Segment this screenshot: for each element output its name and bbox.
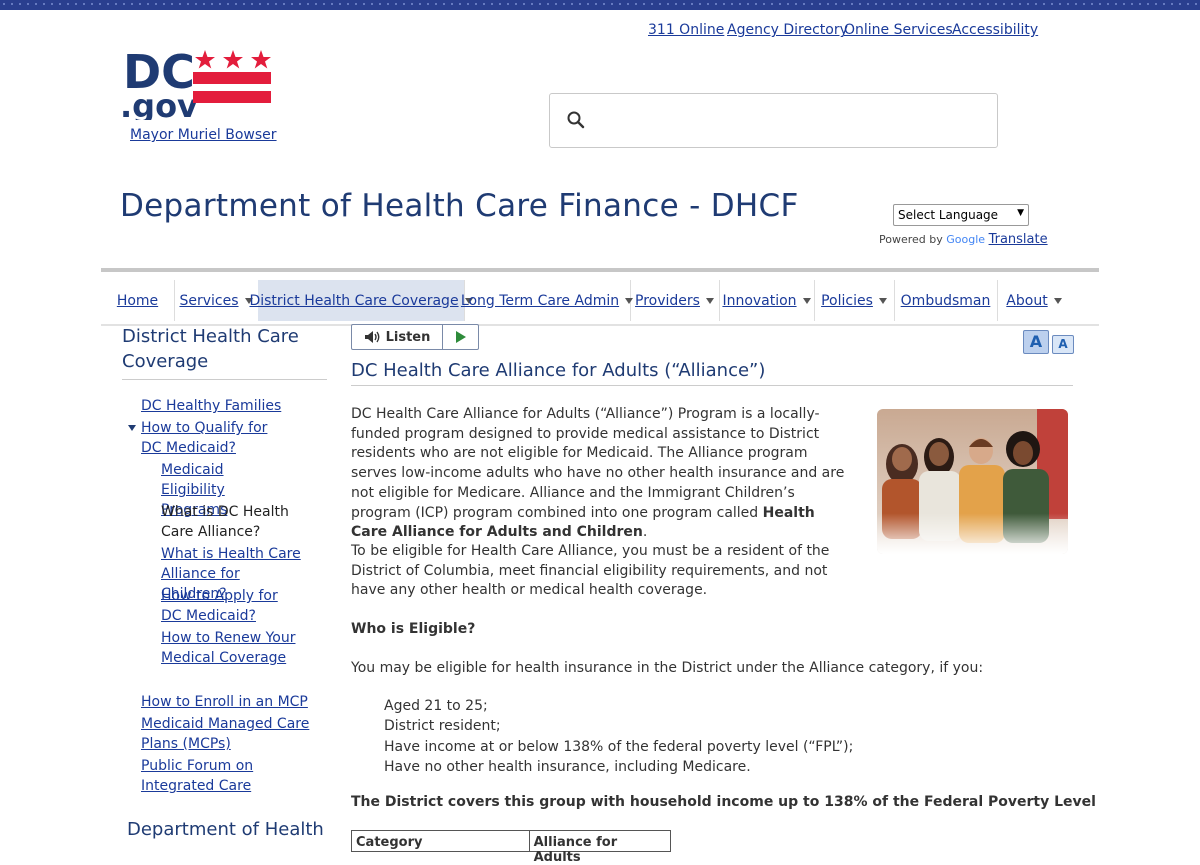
who-is-eligible-heading: Who is Eligible?	[351, 621, 476, 637]
decrease-font-button[interactable]: A	[1052, 335, 1074, 354]
chevron-down-icon[interactable]	[802, 297, 811, 304]
eligibility-table: Category Alliance for Adults	[351, 830, 671, 865]
coverage-statement: The District covers this group with hous…	[351, 794, 1096, 810]
sidebar-heading: District Health Care Coverage	[122, 324, 327, 380]
speaker-icon	[364, 331, 380, 343]
nav-item-label[interactable]: About	[1006, 293, 1047, 309]
powered-by-label: Powered by	[879, 233, 943, 246]
intro-end: .	[642, 524, 648, 541]
nav-item-long-term-care-admin[interactable]: Long Term Care Admin	[461, 280, 634, 321]
nav-item-services[interactable]: Services	[174, 280, 259, 321]
nav-item-home[interactable]: Home	[101, 280, 175, 321]
sidebar-item-how-to-apply[interactable]: How to Apply for DC Medicaid?	[161, 586, 296, 626]
translate-link[interactable]: Translate	[989, 232, 1048, 247]
table-header-category: Category	[352, 831, 530, 851]
expand-caret-icon[interactable]	[128, 425, 136, 431]
eligibility-paragraph: To be eligible for Health Care Alliance,…	[351, 543, 830, 599]
criteria-item: District resident;	[384, 718, 501, 734]
dc-gov-logo[interactable]: DC .gov	[120, 45, 275, 125]
top-decorative-strip	[0, 0, 1200, 10]
listen-player[interactable]: Listen	[351, 324, 479, 350]
sidebar-item-how-to-renew[interactable]: How to Renew Your Medical Coverage	[161, 628, 296, 668]
nav-item-label[interactable]: Providers	[635, 293, 700, 309]
increase-font-button[interactable]: A	[1023, 330, 1049, 354]
people-photo	[877, 409, 1068, 554]
nav-item-innovation[interactable]: Innovation	[719, 280, 815, 321]
search-icon[interactable]	[566, 110, 586, 130]
chevron-down-icon[interactable]	[878, 297, 887, 304]
mayor-link[interactable]: Mayor Muriel Bowser	[130, 127, 277, 143]
sidebar-heading-secondary: Department of Health	[127, 819, 324, 840]
chevron-down-icon[interactable]	[1053, 297, 1062, 304]
google-logo: Google	[946, 233, 986, 246]
criteria-item: Aged 21 to 25;	[384, 698, 488, 714]
intro-text: DC Health Care Alliance for Adults (“All…	[351, 406, 845, 521]
powered-by-google: Powered by Google Translate	[879, 232, 1048, 247]
criteria-item: Have income at or below 138% of the fede…	[384, 739, 854, 755]
nav-item-label[interactable]: Home	[117, 293, 158, 309]
chevron-down-icon[interactable]	[705, 297, 714, 304]
nav-item-district-health-care-coverage[interactable]: District Health Care Coverage	[249, 280, 473, 321]
nav-item-label[interactable]: Policies	[821, 293, 873, 309]
utility-link-online-services[interactable]: Online Services	[844, 22, 953, 38]
play-button[interactable]	[443, 325, 478, 349]
nav-item-label[interactable]: Long Term Care Admin	[461, 293, 619, 309]
play-icon	[455, 331, 466, 343]
nav-item-providers[interactable]: Providers	[630, 280, 720, 321]
sidebar-item-current-page[interactable]: What is DC Health Care Alliance?	[161, 502, 321, 542]
nav-item-about[interactable]: About	[997, 280, 1071, 321]
nav-item-ombudsman[interactable]: Ombudsman	[894, 280, 998, 321]
page-heading: DC Health Care Alliance for Adults (“All…	[351, 360, 1073, 386]
sidebar-item-enroll-mcp[interactable]: How to Enroll in an MCP	[141, 692, 326, 712]
agency-title: Department of Health Care Finance - DHCF	[120, 188, 799, 224]
sidebar-item-managed-care-plans[interactable]: Medicaid Managed Care Plans (MCPs)	[141, 714, 331, 754]
search-box[interactable]	[549, 93, 998, 148]
listen-button[interactable]: Listen	[352, 325, 443, 349]
listen-label: Listen	[385, 329, 431, 345]
table-header-alliance: Alliance for Adults	[533, 835, 618, 865]
svg-text:.gov: .gov	[120, 87, 198, 120]
chevron-down-icon: ▼	[1017, 208, 1024, 218]
sidebar-item-how-to-qualify[interactable]: How to Qualify for DC Medicaid?	[141, 418, 286, 458]
nav-item-policies[interactable]: Policies	[814, 280, 895, 321]
search-input[interactable]	[600, 104, 984, 138]
intro-paragraph: DC Health Care Alliance for Adults (“All…	[351, 405, 851, 543]
eligibility-intro: You may be eligible for health insurance…	[351, 660, 984, 676]
utility-link-accessibility[interactable]: Accessibility	[952, 22, 1038, 38]
utility-link-agency-directory[interactable]: Agency Directory	[727, 22, 848, 38]
language-select-value: Select Language	[898, 208, 999, 222]
sidebar-item-public-forum[interactable]: Public Forum on Integrated Care	[141, 756, 316, 796]
criteria-item: Have no other health insurance, includin…	[384, 759, 751, 775]
nav-item-label[interactable]: Innovation	[722, 293, 796, 309]
main-navigation: Home Services District Health Care Cover…	[101, 268, 1099, 326]
sidebar-item-dc-healthy-families[interactable]: DC Healthy Families	[141, 396, 321, 416]
nav-item-label[interactable]: Services	[179, 293, 238, 309]
utility-link-311-online[interactable]: 311 Online	[648, 22, 724, 38]
language-select[interactable]: Select Language ▼	[893, 204, 1029, 226]
nav-item-label[interactable]: District Health Care Coverage	[249, 293, 458, 309]
nav-item-label[interactable]: Ombudsman	[901, 293, 991, 309]
